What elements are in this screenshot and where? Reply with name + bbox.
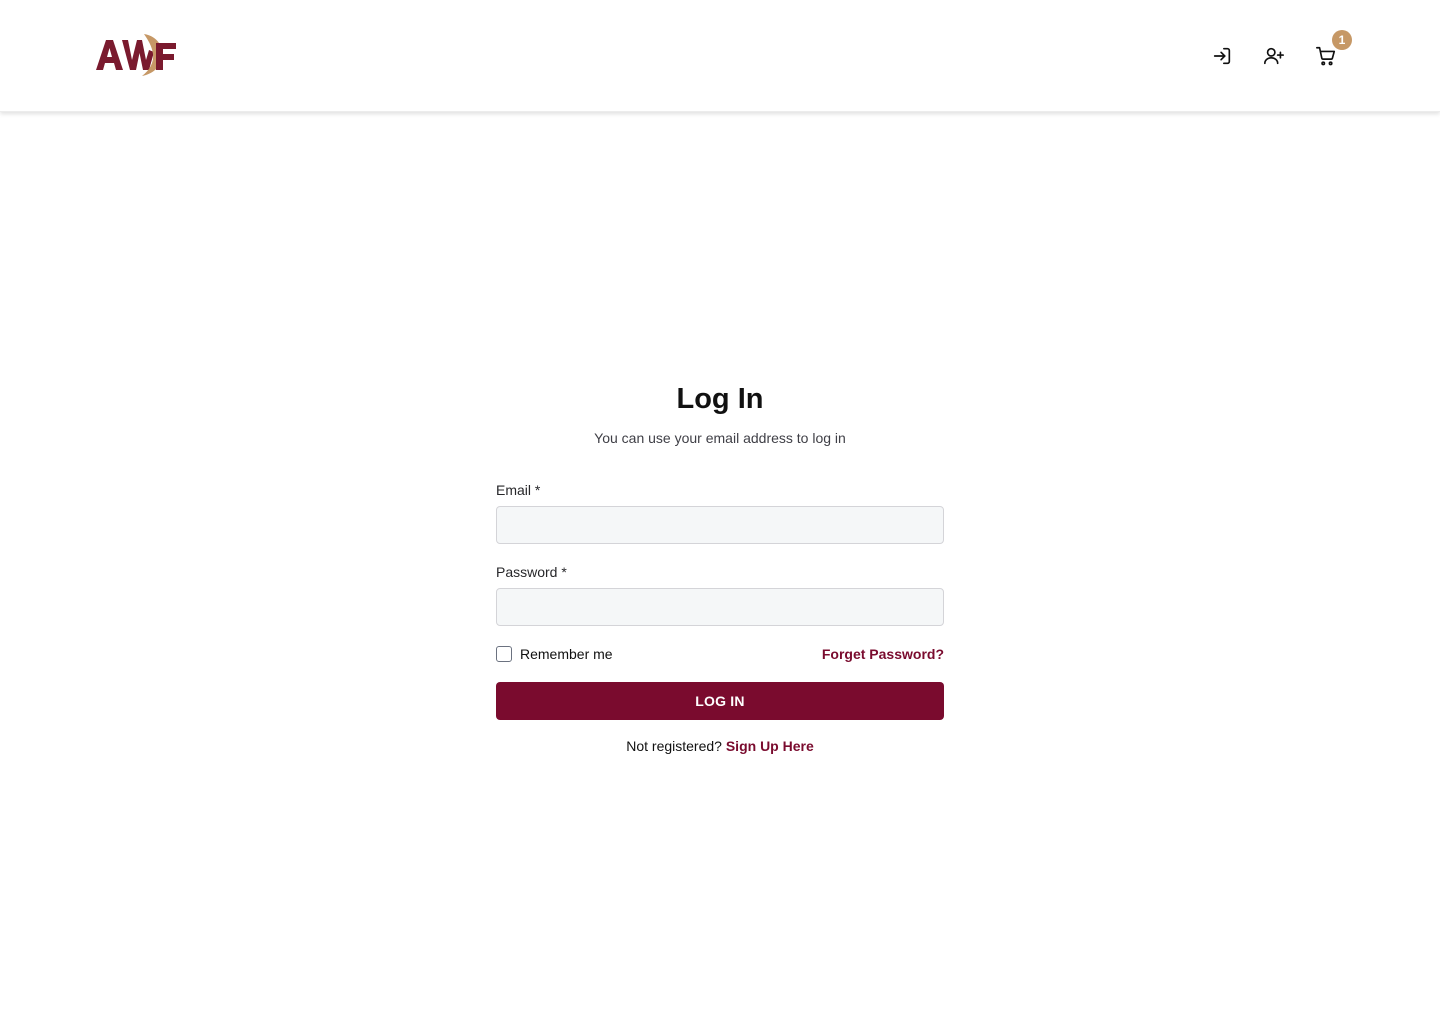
register-icon-button[interactable]	[1258, 40, 1290, 72]
user-plus-icon	[1264, 47, 1284, 65]
password-label: Password *	[496, 564, 567, 580]
signup-row: Not registered? Sign Up Here	[496, 736, 944, 756]
login-form: Log In You can use your email address to…	[496, 380, 944, 756]
password-field[interactable]	[496, 588, 944, 626]
login-icon	[1213, 47, 1231, 65]
shopping-cart-icon	[1316, 46, 1336, 66]
remember-me[interactable]: Remember me	[496, 644, 613, 664]
page-title: Log In	[676, 383, 764, 415]
forgot-password-link[interactable]: Forget Password?	[822, 644, 944, 664]
login-options-row: Remember me Forget Password?	[496, 644, 944, 664]
login-button[interactable]: LOG IN	[496, 682, 944, 720]
page-subtitle: You can use your email address to log in	[594, 430, 846, 446]
email-field[interactable]	[496, 506, 944, 544]
not-registered-text: Not registered?	[626, 738, 726, 754]
cart-count-badge: 1	[1332, 30, 1352, 50]
site-header: 1	[0, 0, 1440, 112]
remember-me-checkbox[interactable]	[496, 646, 512, 662]
sign-up-link[interactable]: Sign Up Here	[726, 738, 814, 754]
email-label: Email *	[496, 482, 541, 498]
login-icon-button[interactable]	[1206, 40, 1238, 72]
awf-logo[interactable]	[96, 32, 178, 78]
remember-me-label[interactable]: Remember me	[520, 646, 613, 662]
